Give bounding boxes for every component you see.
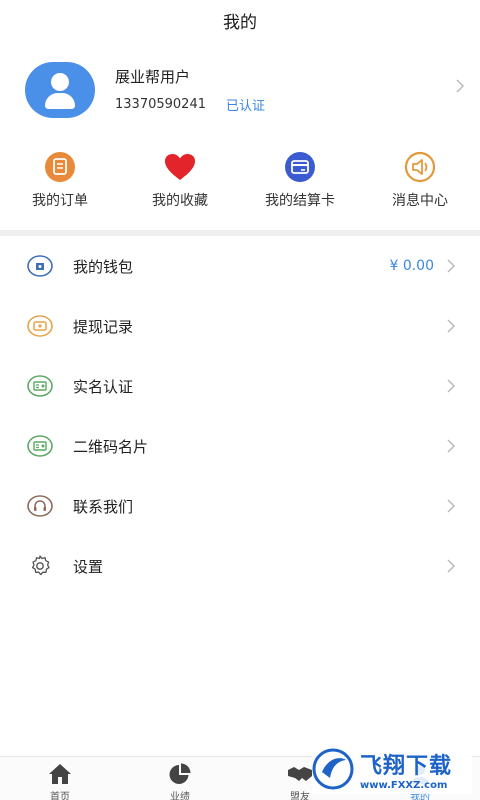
profile-info: 展业帮用户 13370590241 已认证 xyxy=(115,66,265,114)
quick-item-settlement-card[interactable]: 我的结算卡 xyxy=(240,152,360,210)
menu-item-qr-card[interactable]: 二维码名片 xyxy=(0,416,480,476)
chevron-right-icon xyxy=(446,498,456,518)
chevron-right-icon xyxy=(455,78,465,98)
id-card-icon xyxy=(27,375,53,397)
menu-item-withdraw-records[interactable]: 提现记录 xyxy=(0,296,480,356)
quick-label-favorites: 我的收藏 xyxy=(152,193,208,209)
chevron-right-icon xyxy=(446,438,456,458)
nav-label-allies: 盟友 xyxy=(290,792,310,800)
wallet-icon xyxy=(27,255,53,277)
nav-label-performance: 业绩 xyxy=(170,792,190,800)
quick-label-settlement-card: 我的结算卡 xyxy=(265,193,335,209)
user-phone: 13370590241 xyxy=(115,97,206,112)
menu-item-contact-us[interactable]: 联系我们 xyxy=(0,476,480,536)
chevron-right-icon xyxy=(446,318,456,338)
page-title: 我的 xyxy=(223,12,257,33)
quick-actions: 我的订单 我的收藏 我的结算卡 消息中心 xyxy=(0,140,480,230)
menu-label-real-name: 实名认证 xyxy=(73,377,134,396)
profile-card[interactable]: 展业帮用户 13370590241 已认证 xyxy=(0,40,480,140)
withdraw-icon xyxy=(27,315,53,337)
menu-item-settings[interactable]: 设置 xyxy=(0,536,480,596)
watermark: 飞翔下载 www.FXXZ.com xyxy=(312,744,472,794)
watermark-logo-icon xyxy=(312,748,354,790)
gear-icon xyxy=(27,555,53,577)
top-bar: 我的 xyxy=(0,0,480,40)
quick-item-favorites[interactable]: 我的收藏 xyxy=(120,152,240,210)
card-icon xyxy=(283,152,317,182)
chevron-right-icon xyxy=(446,258,456,278)
menu-label-contact-us: 联系我们 xyxy=(73,497,134,516)
menu-item-real-name[interactable]: 实名认证 xyxy=(0,356,480,416)
verified-badge: 已认证 xyxy=(225,99,265,114)
headset-icon xyxy=(27,495,53,517)
menu-label-settings: 设置 xyxy=(73,557,104,576)
user-name: 展业帮用户 xyxy=(115,68,191,86)
nav-item-performance[interactable]: 业绩 xyxy=(120,757,240,800)
profile-page: 我的 展业帮用户 13370590241 已认证 我的订单 我的收藏 我的结算卡… xyxy=(0,0,480,800)
chevron-right-icon xyxy=(446,378,456,398)
quick-label-messages: 消息中心 xyxy=(392,193,448,209)
watermark-url: www.FXXZ.com xyxy=(360,779,448,791)
menu-label-wallet: 我的钱包 xyxy=(73,257,134,276)
order-icon xyxy=(43,152,77,182)
chevron-right-icon xyxy=(446,558,456,578)
home-icon xyxy=(47,763,73,785)
menu-label-qr-card: 二维码名片 xyxy=(73,437,149,456)
quick-item-messages[interactable]: 消息中心 xyxy=(360,151,480,210)
speaker-icon xyxy=(403,151,437,183)
menu-list: 我的钱包 ¥ 0.00 提现记录 实名认证 二维码名片 联系我们 设置 xyxy=(0,236,480,596)
user-avatar-icon[interactable] xyxy=(25,62,95,118)
quick-item-orders[interactable]: 我的订单 xyxy=(0,152,120,210)
wallet-balance: ¥ 0.00 xyxy=(389,258,434,274)
nav-item-home[interactable]: 首页 xyxy=(0,757,120,800)
qr-card-icon xyxy=(27,435,53,457)
pie-chart-icon xyxy=(167,763,193,785)
menu-label-withdraw-records: 提现记录 xyxy=(73,317,134,336)
quick-label-orders: 我的订单 xyxy=(32,193,88,209)
nav-label-home: 首页 xyxy=(50,792,70,800)
handshake-icon xyxy=(287,763,313,785)
menu-item-wallet[interactable]: 我的钱包 ¥ 0.00 xyxy=(0,236,480,296)
heart-icon xyxy=(163,152,197,182)
watermark-name: 飞翔下载 xyxy=(360,753,453,779)
